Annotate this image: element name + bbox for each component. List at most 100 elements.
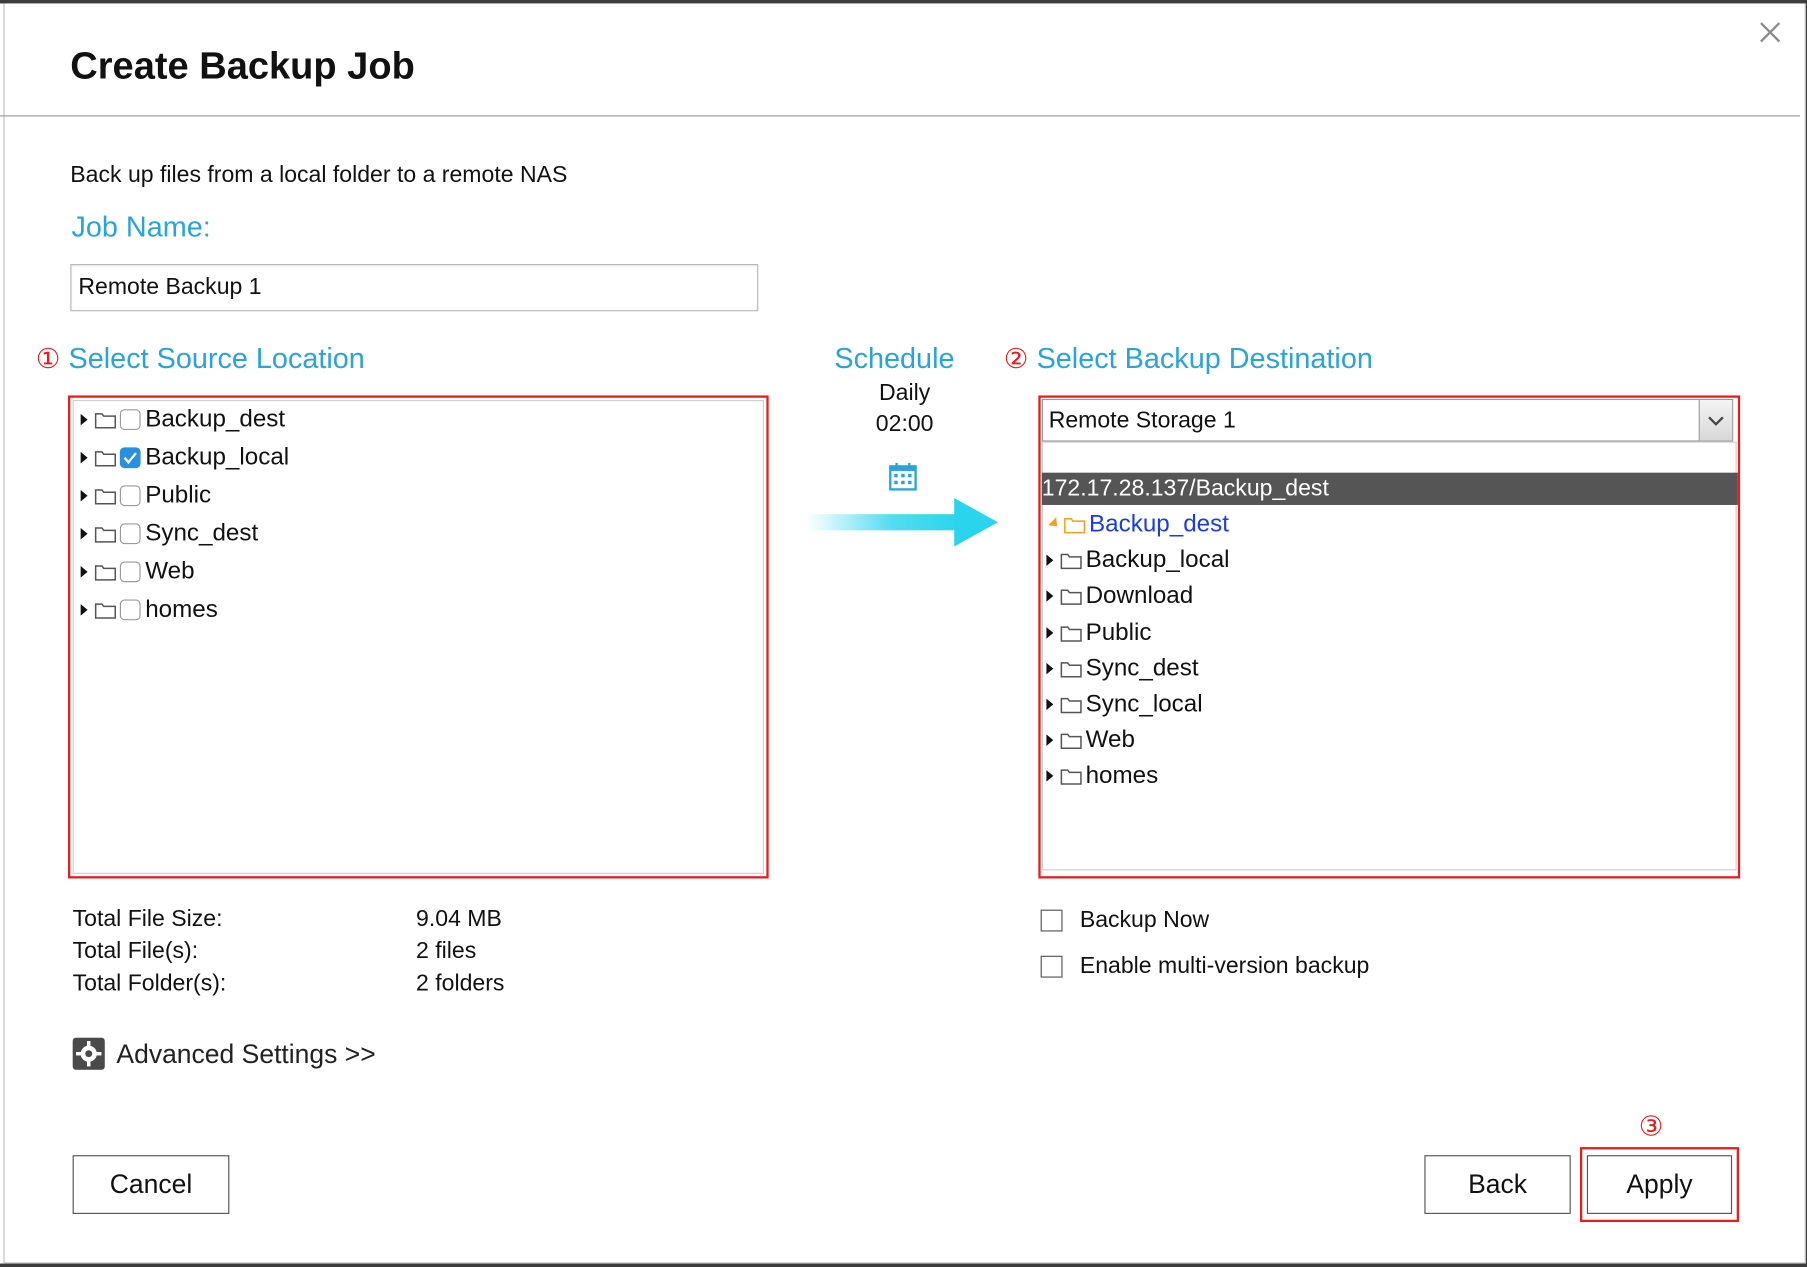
header-divider (0, 115, 1801, 117)
source-tree-item[interactable]: Web (80, 555, 195, 590)
total-files-value: 2 files (416, 938, 477, 964)
destination-path-bar: 172.17.28.137/Backup_dest (1041, 472, 1738, 505)
job-name-input[interactable] (70, 264, 759, 312)
total-folders-label: Total Folder(s): (72, 970, 227, 997)
folder-icon (94, 565, 116, 581)
schedule-time: 02:00 (875, 411, 934, 437)
close-icon[interactable] (1754, 16, 1786, 48)
destination-tree-item[interactable]: Web (1046, 723, 1135, 758)
expand-arrow-icon[interactable] (1046, 554, 1054, 567)
folder-label: Public (145, 481, 212, 509)
folder-label: Backup_dest (1089, 510, 1229, 538)
expand-arrow-icon[interactable] (80, 566, 88, 578)
folder-icon (1060, 589, 1082, 606)
backup-now-checkbox[interactable] (1040, 909, 1063, 932)
cancel-button[interactable]: Cancel (72, 1155, 230, 1214)
folder-label: Backup_dest (145, 405, 286, 433)
folder-label: Web (145, 557, 195, 585)
destination-label: Select Backup Destination (1036, 342, 1373, 375)
destination-tree-item[interactable]: homes (1046, 759, 1158, 794)
schedule-frequency: Daily (879, 380, 931, 406)
window-bottom-edge (0, 1263, 1807, 1267)
source-label: Select Source Location (68, 342, 365, 375)
expand-arrow-icon[interactable] (80, 604, 88, 616)
folder-icon (94, 451, 116, 467)
folder-label: Sync_dest (1085, 654, 1199, 682)
source-tree-item[interactable]: homes (80, 593, 218, 628)
schedule-label: Schedule (834, 342, 955, 375)
folder-label: Sync_local (1085, 690, 1203, 718)
folder-icon (1064, 518, 1086, 534)
folder-checkbox[interactable] (119, 523, 141, 545)
folder-checkbox[interactable] (119, 599, 141, 621)
folder-label: homes (145, 596, 218, 623)
destination-tree-item[interactable]: Download (1046, 579, 1193, 614)
expand-arrow-icon[interactable] (1046, 698, 1054, 711)
folder-checkbox[interactable] (119, 561, 141, 583)
expand-arrow-icon[interactable] (1046, 770, 1054, 783)
expand-arrow-icon[interactable] (80, 413, 88, 426)
remote-storage-select[interactable]: Remote Storage 1 (1041, 398, 1734, 442)
folder-icon (94, 413, 116, 429)
expand-arrow-icon[interactable] (80, 451, 88, 464)
source-tree-item[interactable]: Sync_dest (80, 516, 259, 551)
dialog-description: Back up files from a local folder to a r… (70, 162, 568, 188)
backup-now-label: Backup Now (1079, 907, 1210, 933)
total-files-label: Total File(s): (72, 938, 199, 964)
apply-button[interactable]: Apply (1586, 1155, 1733, 1214)
step-2-marker: ② (1003, 343, 1029, 375)
job-name-label: Job Name: (71, 210, 211, 244)
folder-icon (94, 603, 116, 619)
source-heading: ① Select Source Location (36, 342, 365, 375)
folder-icon (1060, 697, 1082, 714)
multi-version-option[interactable]: Enable multi-version backup (1040, 953, 1370, 980)
expand-arrow-icon[interactable] (80, 528, 88, 540)
folder-label: Backup_local (1085, 546, 1230, 574)
back-button[interactable]: Back (1424, 1155, 1571, 1214)
folder-label: Download (1085, 582, 1194, 610)
advanced-settings-link[interactable]: Advanced Settings >> (72, 1037, 376, 1070)
folder-icon (1060, 769, 1082, 786)
destination-heading: ② Select Backup Destination (1004, 342, 1373, 375)
source-tree-item[interactable]: Backup_local (80, 440, 290, 475)
folder-label: Sync_dest (145, 519, 259, 547)
total-folders-value: 2 folders (416, 970, 505, 997)
step-3-marker: ③ (1638, 1111, 1664, 1143)
folder-icon (1060, 625, 1082, 642)
total-file-size-value: 9.04 MB (416, 906, 502, 932)
chevron-down-icon[interactable] (1698, 400, 1733, 441)
step-1-marker: ① (35, 343, 61, 375)
destination-tree-item[interactable]: Backup_local (1046, 543, 1230, 578)
multi-version-label: Enable multi-version backup (1079, 953, 1370, 979)
advanced-settings-label: Advanced Settings >> (116, 1038, 376, 1069)
expand-arrow-icon[interactable] (1046, 626, 1054, 639)
destination-tree-item[interactable]: Public (1046, 615, 1152, 650)
folder-checkbox[interactable] (119, 485, 141, 507)
source-tree-item[interactable]: Backup_dest (80, 402, 286, 437)
folder-label: Public (1085, 618, 1152, 646)
folder-label: homes (1085, 762, 1159, 790)
folder-icon (1060, 733, 1082, 750)
backup-now-option[interactable]: Backup Now (1040, 907, 1210, 934)
folder-icon (1060, 553, 1082, 570)
source-tree-item[interactable]: Public (80, 478, 212, 513)
multi-version-checkbox[interactable] (1040, 955, 1063, 978)
expand-arrow-icon[interactable] (80, 489, 88, 502)
arrow-right-icon (806, 498, 998, 547)
expand-arrow-icon[interactable] (1046, 734, 1054, 747)
destination-tree-item[interactable]: Sync_local (1046, 687, 1203, 722)
expand-arrow-icon[interactable] (1046, 590, 1054, 603)
folder-icon (94, 489, 116, 505)
gear-icon (72, 1037, 105, 1070)
destination-tree-item[interactable]: Backup_dest (1046, 507, 1229, 542)
folder-label: Web (1085, 726, 1135, 754)
folder-icon (94, 527, 116, 543)
calendar-icon[interactable] (889, 462, 918, 491)
folder-checkbox[interactable] (119, 447, 141, 469)
folder-label: Backup_local (145, 443, 290, 471)
expand-arrow-icon[interactable] (1046, 662, 1054, 675)
destination-tree-item[interactable]: Sync_dest (1046, 651, 1199, 686)
total-file-size-label: Total File Size: (72, 906, 223, 932)
collapse-arrow-icon[interactable] (1048, 517, 1062, 531)
folder-checkbox[interactable] (119, 409, 141, 431)
